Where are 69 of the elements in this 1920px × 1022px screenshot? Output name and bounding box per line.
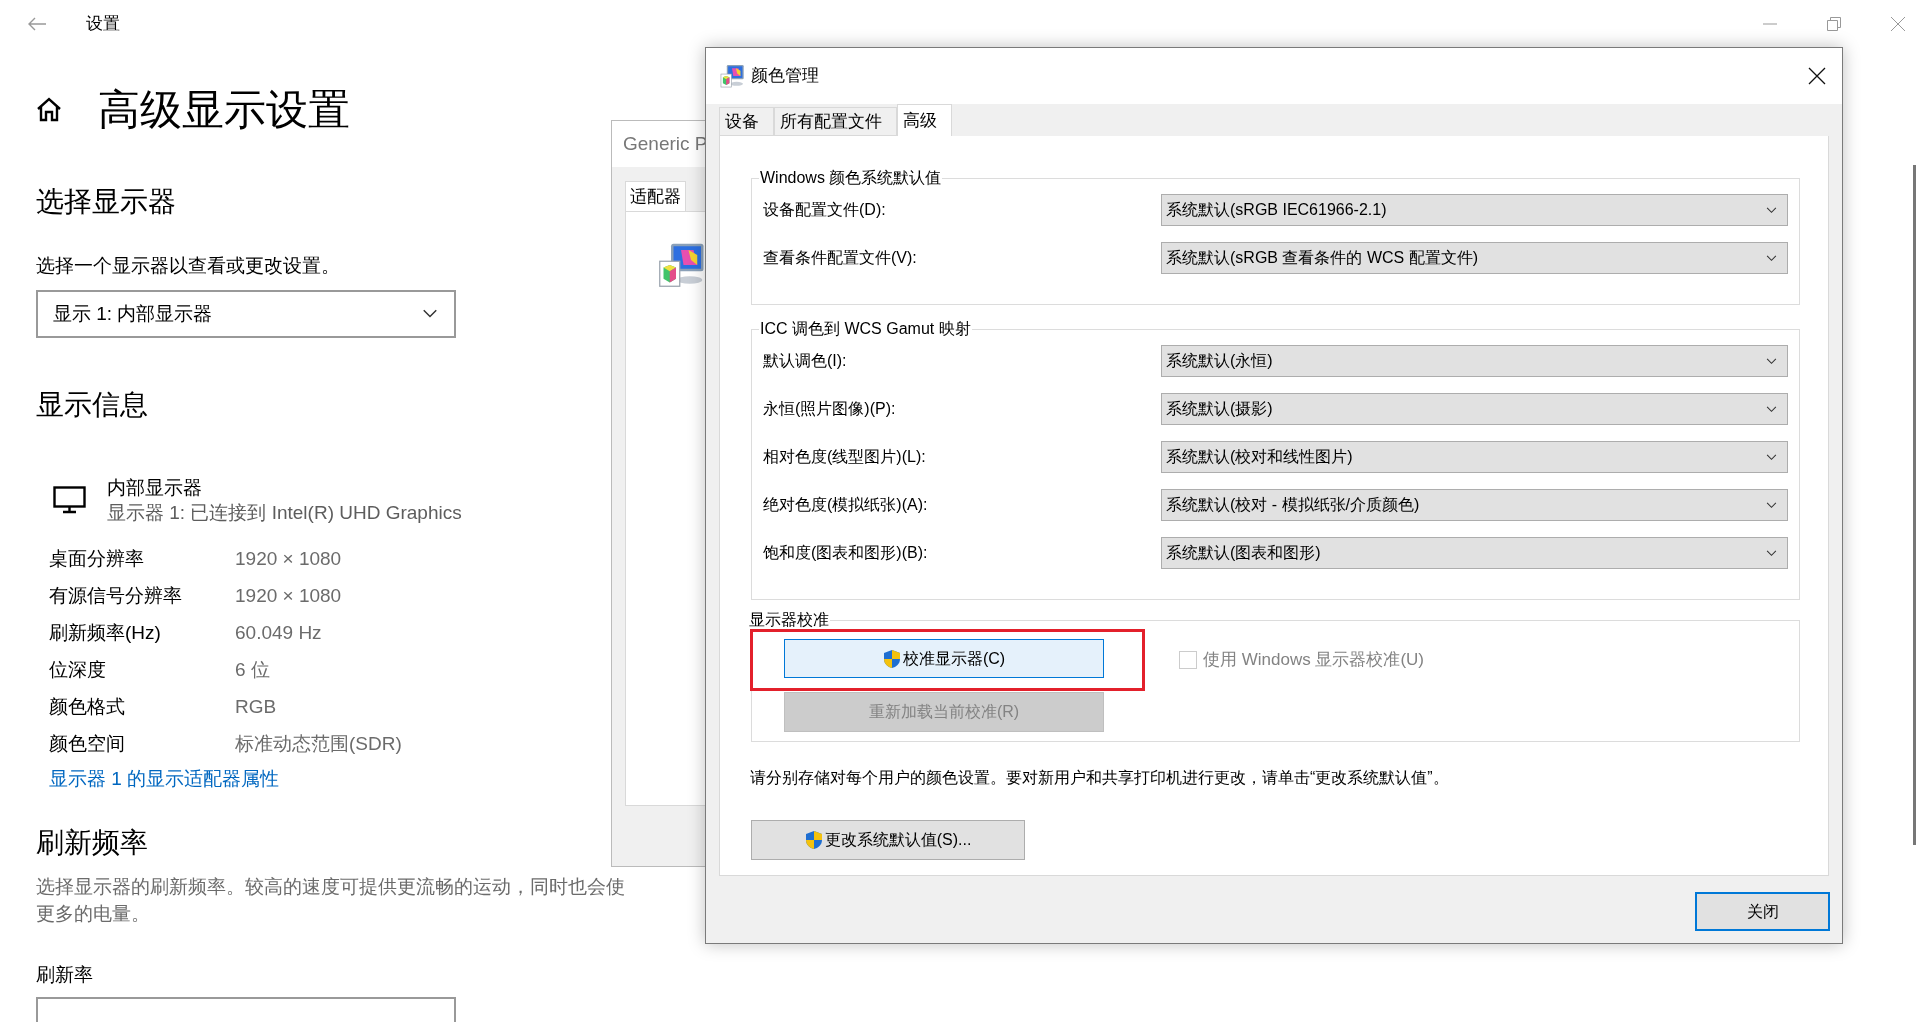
field-label: 相对色度(线型图片)(L): (763, 447, 926, 467)
dialog-title: 颜色管理 (751, 65, 819, 88)
restore-icon[interactable] (1826, 16, 1842, 32)
monitor-icon (53, 486, 86, 514)
chevron-down-icon (421, 309, 439, 319)
info-label: 位深度 (49, 658, 107, 683)
info-label: 颜色格式 (49, 695, 126, 720)
info-value: 60.049 Hz (235, 621, 322, 646)
scrollbar[interactable] (1913, 165, 1916, 845)
info-label: 刷新频率(Hz) (49, 621, 162, 646)
field-label: 查看条件配置文件(V): (763, 248, 917, 268)
settings-note: 请分别存储对每个用户的颜色设置。要对新用户和共享打印机进行更改，请单击“更改系统默认值”。 (750, 768, 1449, 788)
group-legend: ICC 调色到 WCS Gamut 映射 (759, 317, 972, 341)
info-value: 标准动态范围(SDR) (235, 732, 402, 757)
change-defaults-button[interactable]: 更改系统默认值(S)... (751, 820, 1025, 860)
info-label: 有源信号分辨率 (49, 584, 183, 609)
tab[interactable]: 适配器 (625, 181, 686, 211)
field-label: 绝对色度(模拟纸张)(A): (763, 495, 928, 515)
shield-icon (804, 830, 823, 850)
section-description: 更多的电量。 (36, 901, 150, 926)
checkbox-label: 使用 Windows 显示器校准(U) (1203, 649, 1424, 671)
display-dropdown[interactable]: 显示 1: 内部显示器 (36, 290, 456, 338)
tab[interactable]: 设备 (719, 107, 774, 136)
close-icon[interactable] (1808, 67, 1826, 85)
chevron-down-icon (1766, 254, 1777, 262)
home-icon[interactable] (35, 95, 63, 123)
color-monitor-icon (719, 63, 745, 89)
chevron-down-icon (1766, 549, 1777, 557)
section-heading: 显示信息 (36, 388, 148, 422)
chevron-down-icon (1766, 453, 1777, 461)
info-label: 颜色空间 (49, 732, 126, 757)
info-value: 1920 × 1080 (235, 584, 342, 609)
profile-dropdown[interactable]: 系统默认(校对 - 模拟纸张/介质颜色) (1161, 489, 1788, 521)
tab[interactable]: 高级 (897, 104, 952, 136)
close-button[interactable]: 关闭 (1695, 892, 1830, 931)
monitor-name: 内部显示器 (107, 476, 202, 500)
chevron-down-icon (1766, 206, 1777, 214)
section-heading: 选择显示器 (36, 185, 176, 219)
group-legend: Windows 颜色系统默认值 (759, 166, 943, 190)
field-label: 默认调色(I): (763, 351, 847, 371)
page-title: 高级显示设置 (98, 84, 350, 135)
section-heading: 刷新频率 (36, 825, 148, 860)
group-legend: 显示器校准 (748, 608, 830, 632)
chevron-down-icon (1766, 405, 1777, 413)
info-value: RGB (235, 695, 277, 720)
window-title: 设置 (86, 13, 120, 36)
info-label: 桌面分辨率 (49, 547, 145, 572)
profile-dropdown[interactable]: 系统默认(sRGB 查看条件的 WCS 配置文件) (1161, 242, 1788, 274)
profile-dropdown[interactable]: 系统默认(sRGB IEC61966-2.1) (1161, 194, 1788, 226)
section-description: 选择一个显示器以查看或更改设置。 (36, 254, 340, 278)
field-label: 设备配置文件(D): (763, 200, 886, 220)
section-description: 选择显示器的刷新频率。较高的速度可提供更流畅的运动，同时也会使 (36, 874, 625, 899)
tab[interactable]: 所有配置文件 (774, 107, 897, 136)
profile-dropdown[interactable]: 系统默认(校对和线性图片) (1161, 441, 1788, 473)
profile-dropdown[interactable]: 系统默认(摄影) (1161, 393, 1788, 425)
calibrate-display-button[interactable]: 校准显示器(C) (784, 639, 1104, 678)
monitor-connection: 显示器 1: 已连接到 Intel(R) UHD Graphics (107, 501, 462, 525)
chevron-down-icon (1766, 501, 1777, 509)
info-value: 6 位 (235, 658, 270, 683)
field-label: 刷新率 (36, 962, 93, 987)
chevron-down-icon (1766, 357, 1777, 365)
shield-icon (882, 648, 901, 669)
info-value: 1920 × 1080 (235, 547, 342, 572)
field-label: 永恒(照片图像)(P): (763, 399, 896, 419)
back-arrow-icon[interactable] (27, 16, 47, 32)
profile-dropdown[interactable]: 系统默认(图表和图形) (1161, 537, 1788, 569)
field-label: 饱和度(图表和图形)(B): (763, 543, 928, 563)
adapter-properties-link[interactable]: 显示器 1 的显示适配器属性 (49, 765, 280, 794)
profile-dropdown[interactable]: 系统默认(永恒) (1161, 345, 1788, 377)
